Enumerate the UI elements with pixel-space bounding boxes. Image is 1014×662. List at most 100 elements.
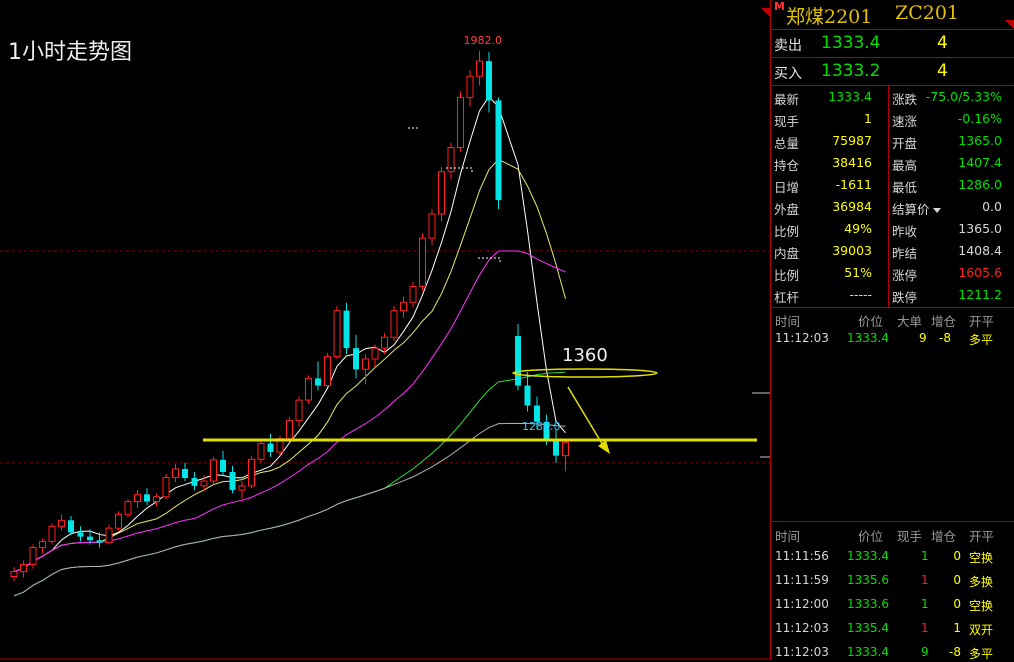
candle-body [362,358,369,370]
candle-body [409,286,417,303]
candle [343,302,350,355]
tick-price: 1335.6 [847,573,889,587]
tick-type: 双开 [969,623,994,637]
stat-value: 1365.0 [958,221,1002,236]
candle-body [267,443,274,453]
arrow-head-icon [598,440,610,454]
candle [324,352,331,388]
stat-label: 比例 [774,224,800,239]
chart-canvas[interactable]: 1982.0 1286.0 1360 [0,0,770,660]
chevron-down-icon[interactable] [932,208,941,213]
candle-body [182,468,188,479]
candle [562,438,569,472]
stat-label: 外盘 [774,202,800,217]
tick-time: 11:12:03 [775,621,829,635]
quote-panel: M 郑煤2201 ZC201 卖出 1333.4 4 买入 1333.2 4 最… [770,0,1014,661]
tick-time: 11:12:03 [775,331,829,345]
tick-type: 空换 [969,551,994,565]
candle [220,450,226,475]
candle [105,524,113,545]
tick-header: 增仓 [931,314,957,329]
tick-time: 11:11:56 [775,549,829,563]
level-label: 1360 [562,345,608,366]
candle-body [438,171,445,215]
candle [77,526,84,542]
candle-body [96,540,103,543]
tick-header: 大单 [897,314,923,329]
corner-mark: M [774,0,785,13]
stat-label: 昨结 [892,246,918,261]
candle [68,516,74,536]
tick-volume: 9 [919,331,927,345]
contract-code: ZC201 [895,2,960,24]
tick-header: 时间 [775,529,801,544]
candle-body [39,540,46,548]
low-price-label: 1286.0 [522,420,561,433]
tick-type: 多换 [969,575,994,589]
tick-volume: 1 [921,597,929,611]
chart-title: 1小时走势图 [8,40,132,65]
stat-value: -0.16% [957,111,1002,126]
candle-body [419,237,426,288]
tick-volume: 1 [921,621,929,635]
candle [238,481,246,500]
stat-label: 跌停 [892,290,918,305]
contract-title-bar: M 郑煤2201 ZC201 [771,0,1014,30]
stat-value: 1605.6 [958,265,1002,280]
candle [115,511,122,531]
stat-label: 最低 [892,180,918,195]
candle [124,499,132,518]
stat-value: -75.0/5.33% [925,89,1002,104]
level-ellipse [512,368,658,378]
candle [353,334,359,379]
candle-body [248,458,255,487]
candle-body [229,471,236,491]
tick-header: 增仓 [931,529,957,544]
stat-value: 36984 [832,199,872,214]
stat-value: 1333.4 [828,89,872,104]
candle [315,361,321,391]
stat-label: 现手 [774,114,800,129]
stats-divider [888,86,889,307]
stat-value: 39003 [832,243,872,258]
sell-price: 1333.4 [821,33,881,53]
candle-body [495,100,502,201]
candle-body [343,310,350,349]
candle [191,471,198,491]
buy-quote-row[interactable]: 买入 1333.2 4 [771,58,1014,85]
candle-body [457,96,464,149]
candle-body [286,420,293,440]
tick-price: 1333.6 [847,597,889,611]
candle [438,166,445,222]
tick-price: 1333.4 [847,331,889,345]
tick-header: 开平 [969,314,995,329]
candle [476,50,483,86]
candle-body [333,310,341,358]
candle-body [68,520,74,533]
stat-value: 1211.2 [958,287,1002,302]
divider [771,85,1014,86]
stat-label: 涨跌 [892,92,918,107]
candle [486,52,492,113]
stat-label: 杠杆 [774,290,800,305]
candle [257,439,265,463]
stat-value: 49% [844,221,872,236]
candle-body [238,485,246,491]
candle-body [257,443,265,460]
divider [771,521,1014,522]
stat-label: 总量 [774,136,800,151]
stat-label: 最新 [774,92,800,107]
stat-label: 涨停 [892,268,918,283]
stat-value: 1 [864,111,872,126]
stat-value: -1611 [835,177,872,192]
candlestick-chart[interactable]: 1982.0 1286.0 1360 1小时走势图 [0,0,770,660]
stat-label: 昨收 [892,224,918,239]
stat-value: 1365.0 [958,133,1002,148]
candle-body [315,378,321,386]
tick-type: 空换 [969,599,994,613]
ma10-line [13,158,566,573]
candle [267,433,274,457]
tick-volume: 9 [921,645,929,659]
sell-quote-row[interactable]: 卖出 1333.4 4 [771,30,1014,57]
candle-body [10,571,18,578]
